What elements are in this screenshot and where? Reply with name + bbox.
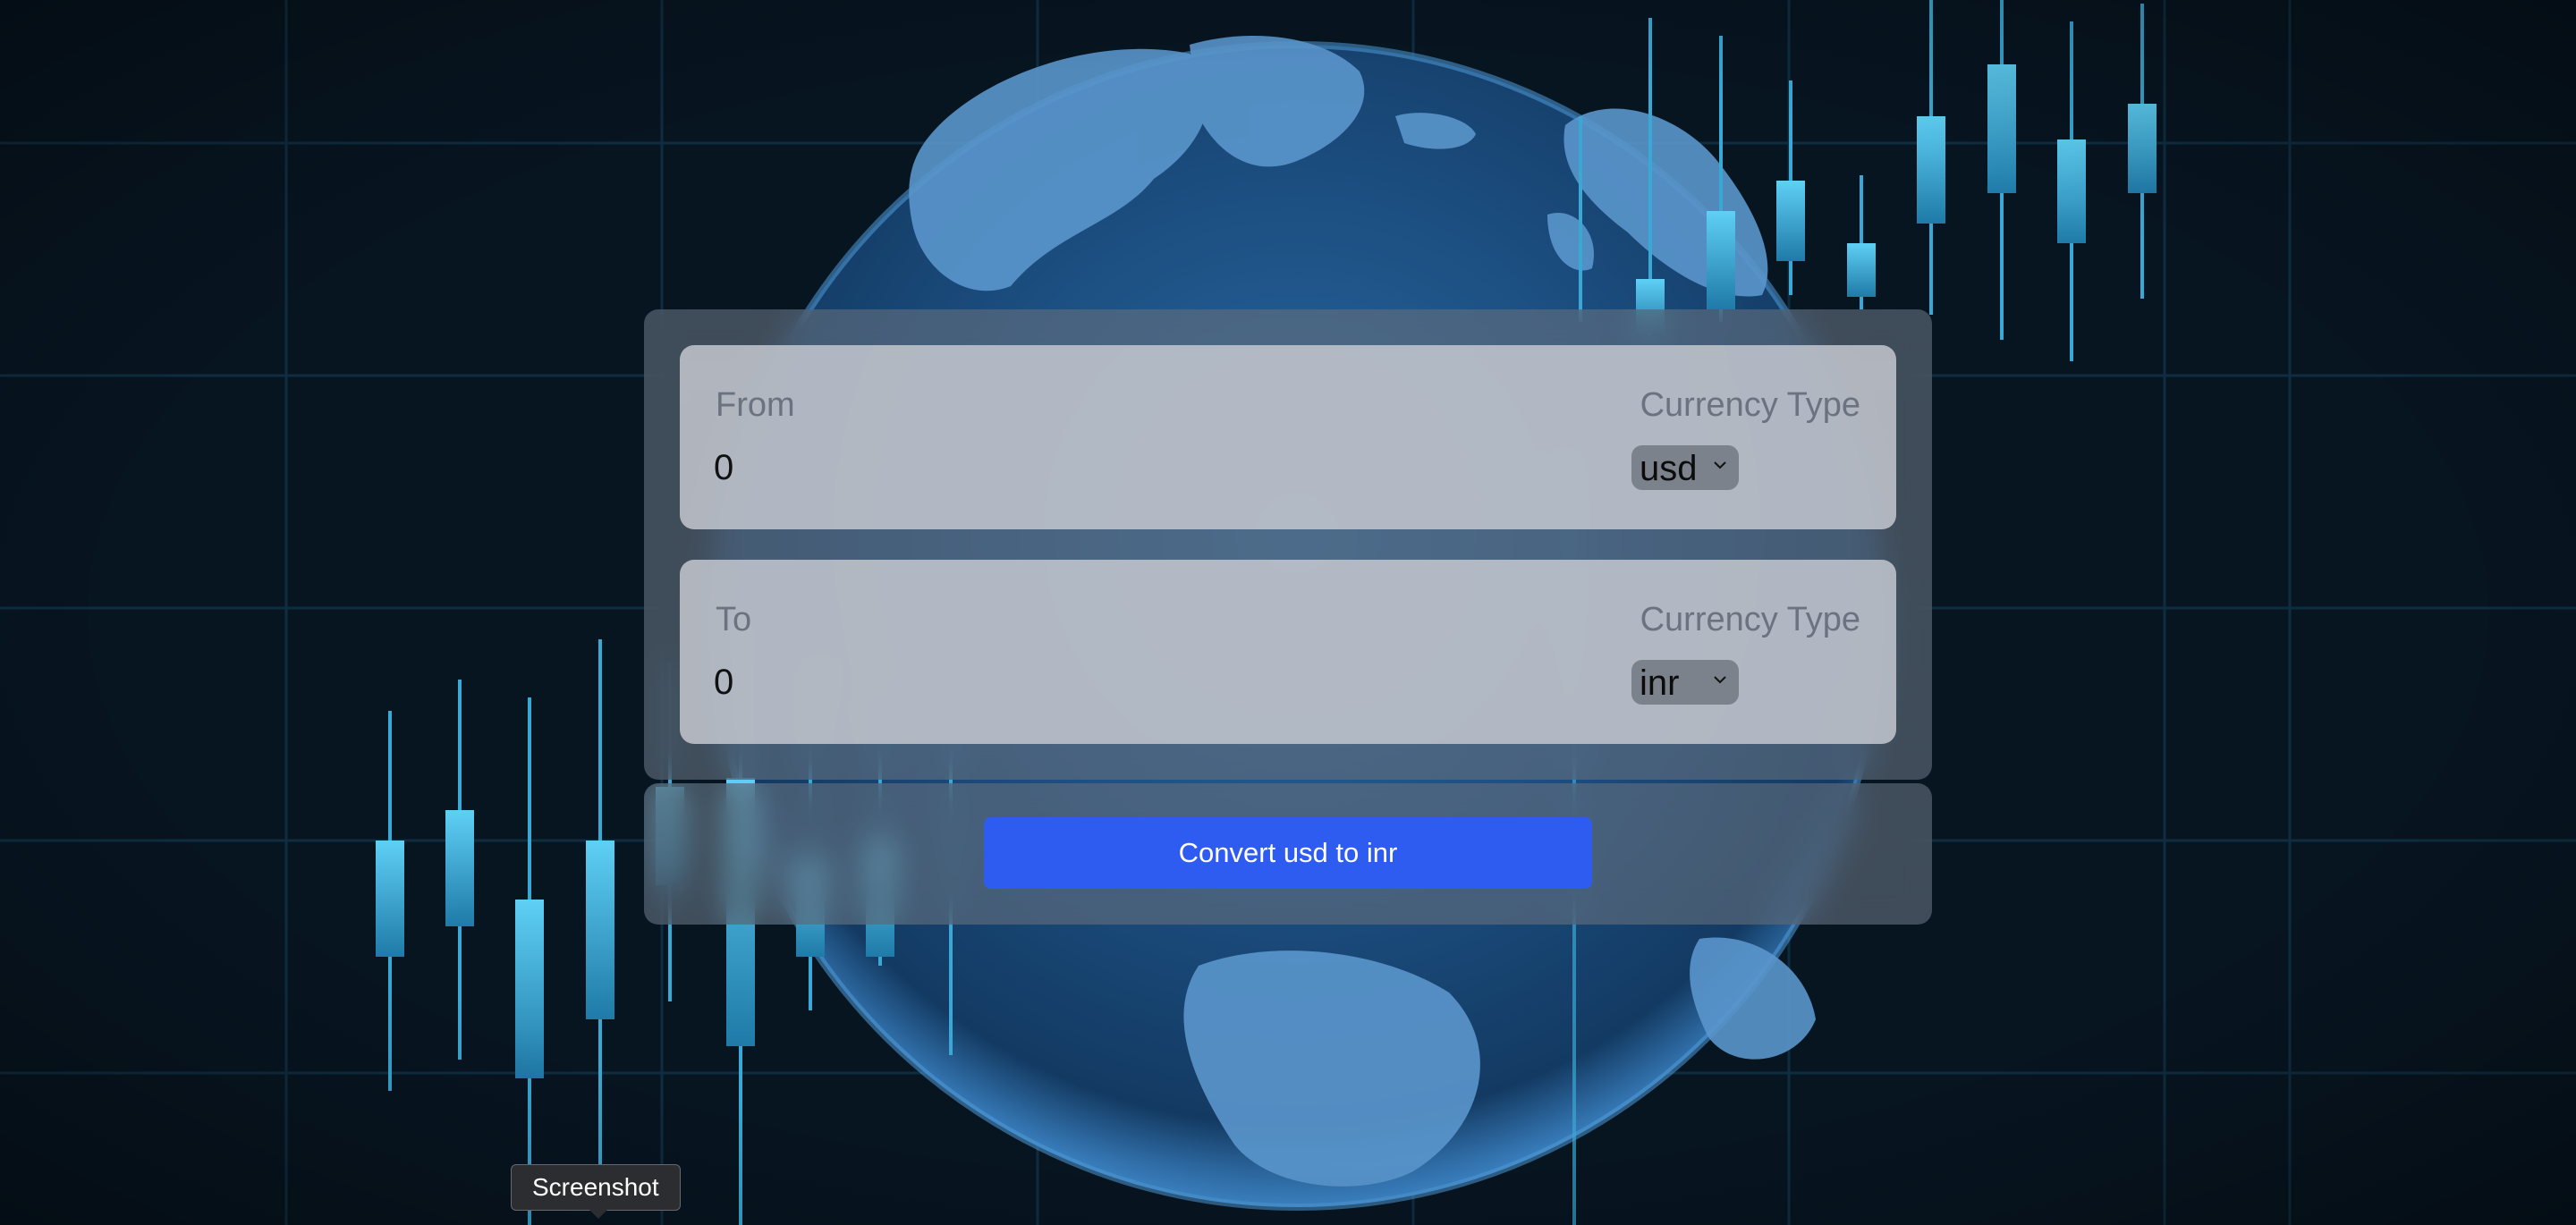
app-stage: From Currency Type usd To Currency Type … bbox=[0, 0, 2576, 1225]
to-label: To bbox=[716, 601, 752, 638]
to-amount-input[interactable] bbox=[714, 658, 1340, 706]
from-label: From bbox=[716, 386, 795, 424]
chevron-down-icon bbox=[1714, 461, 1726, 469]
screenshot-tooltip: Screenshot bbox=[511, 1164, 681, 1211]
to-currency-value: inr bbox=[1640, 663, 1680, 703]
from-currency-select[interactable]: usd bbox=[1631, 445, 1739, 490]
tooltip-arrow bbox=[589, 1209, 608, 1219]
from-amount-input[interactable] bbox=[714, 444, 1340, 492]
to-card: To Currency Type inr bbox=[680, 560, 1896, 744]
convert-panel: Convert usd to inr bbox=[644, 783, 1932, 925]
chevron-down-icon bbox=[1714, 676, 1726, 684]
from-currency-type-label: Currency Type bbox=[1640, 386, 1860, 424]
convert-button[interactable]: Convert usd to inr bbox=[984, 817, 1592, 889]
from-card: From Currency Type usd bbox=[680, 345, 1896, 529]
to-currency-select[interactable]: inr bbox=[1631, 660, 1739, 705]
converter-panel: From Currency Type usd To Currency Type … bbox=[644, 309, 1932, 780]
from-currency-value: usd bbox=[1640, 449, 1698, 488]
to-currency-type-label: Currency Type bbox=[1640, 601, 1860, 638]
